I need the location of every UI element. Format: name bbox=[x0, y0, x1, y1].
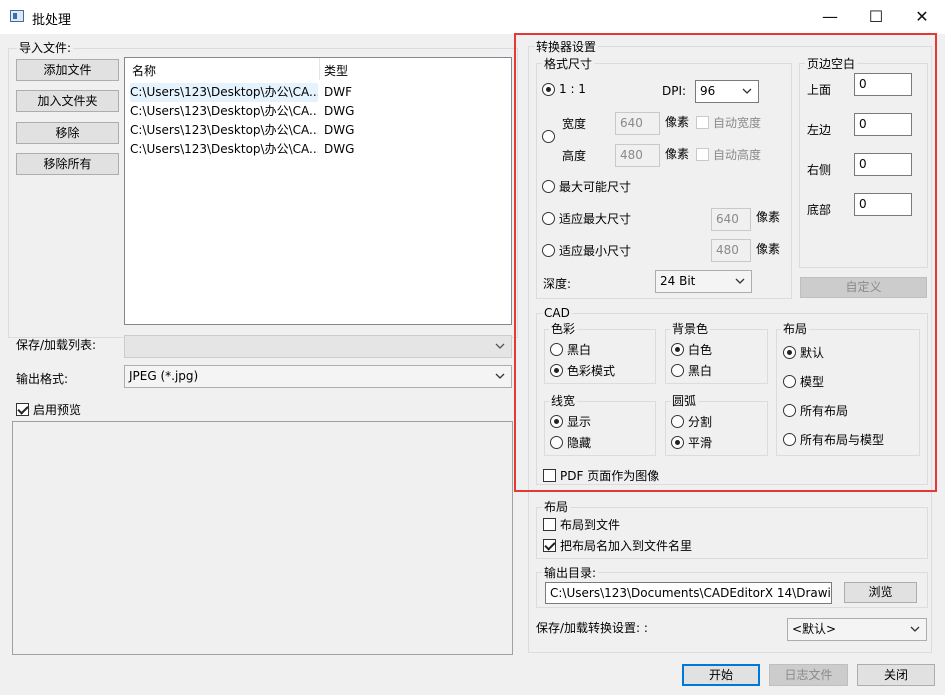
preview-pane bbox=[12, 421, 513, 655]
chevron-down-icon bbox=[495, 373, 505, 379]
column-name[interactable]: 名称 bbox=[132, 62, 156, 79]
layout-to-file-checkbox[interactable]: 布局到文件 bbox=[543, 516, 620, 533]
window-title: 批处理 bbox=[32, 13, 72, 28]
remove-button[interactable]: 移除 bbox=[16, 122, 119, 144]
import-files-label: 导入文件: bbox=[17, 41, 74, 55]
table-row[interactable]: C:\Users\123\Desktop\办公\CA... DWF bbox=[125, 83, 511, 102]
minimize-icon[interactable]: — bbox=[807, 0, 853, 34]
column-type[interactable]: 类型 bbox=[324, 62, 348, 79]
app-icon bbox=[10, 10, 24, 22]
add-layout-name-checkbox[interactable]: 把布局名加入到文件名里 bbox=[543, 537, 692, 554]
log-file-button[interactable]: 日志文件 bbox=[769, 664, 848, 686]
save-settings-select[interactable]: <默认> bbox=[787, 618, 927, 641]
add-file-button[interactable]: 添加文件 bbox=[16, 59, 119, 81]
output-dir-input[interactable]: C:\Users\123\Documents\CADEditorX 14\Dra… bbox=[545, 582, 832, 604]
maximize-icon[interactable]: ☐ bbox=[853, 0, 899, 34]
title-bar: 批处理 — ☐ ✕ bbox=[0, 0, 945, 34]
table-row[interactable]: C:\Users\123\Desktop\办公\CA... DWG bbox=[125, 102, 511, 121]
chevron-down-icon bbox=[910, 626, 920, 632]
file-list-header: 名称 类型 bbox=[125, 58, 511, 80]
remove-all-button[interactable]: 移除所有 bbox=[16, 153, 119, 175]
table-row[interactable]: C:\Users\123\Desktop\办公\CA... DWG bbox=[125, 121, 511, 140]
start-button[interactable]: 开始 bbox=[682, 664, 760, 686]
checkbox-icon bbox=[16, 403, 29, 416]
enable-preview-checkbox[interactable]: 启用预览 bbox=[16, 401, 81, 418]
output-dir-label: 输出目录: bbox=[542, 566, 599, 580]
save-list-select[interactable] bbox=[124, 335, 512, 358]
output-format-label: 输出格式: bbox=[16, 372, 69, 386]
layout-section-label: 布局 bbox=[542, 500, 571, 514]
output-format-select[interactable]: JPEG (*.jpg) bbox=[124, 365, 512, 388]
close-button[interactable]: 关闭 bbox=[857, 664, 935, 686]
file-list[interactable]: 名称 类型 C:\Users\123\Desktop\办公\CA... DWF … bbox=[124, 57, 512, 325]
chevron-down-icon bbox=[495, 343, 505, 349]
highlight-box bbox=[514, 33, 937, 492]
save-list-label: 保存/加载列表: bbox=[16, 338, 97, 352]
add-folder-button[interactable]: 加入文件夹 bbox=[16, 90, 119, 112]
save-settings-label: 保存/加载转换设置: : bbox=[536, 621, 648, 635]
table-row[interactable]: C:\Users\123\Desktop\办公\CA... DWG bbox=[125, 140, 511, 159]
browse-button[interactable]: 浏览 bbox=[844, 582, 917, 603]
close-icon[interactable]: ✕ bbox=[899, 0, 945, 34]
